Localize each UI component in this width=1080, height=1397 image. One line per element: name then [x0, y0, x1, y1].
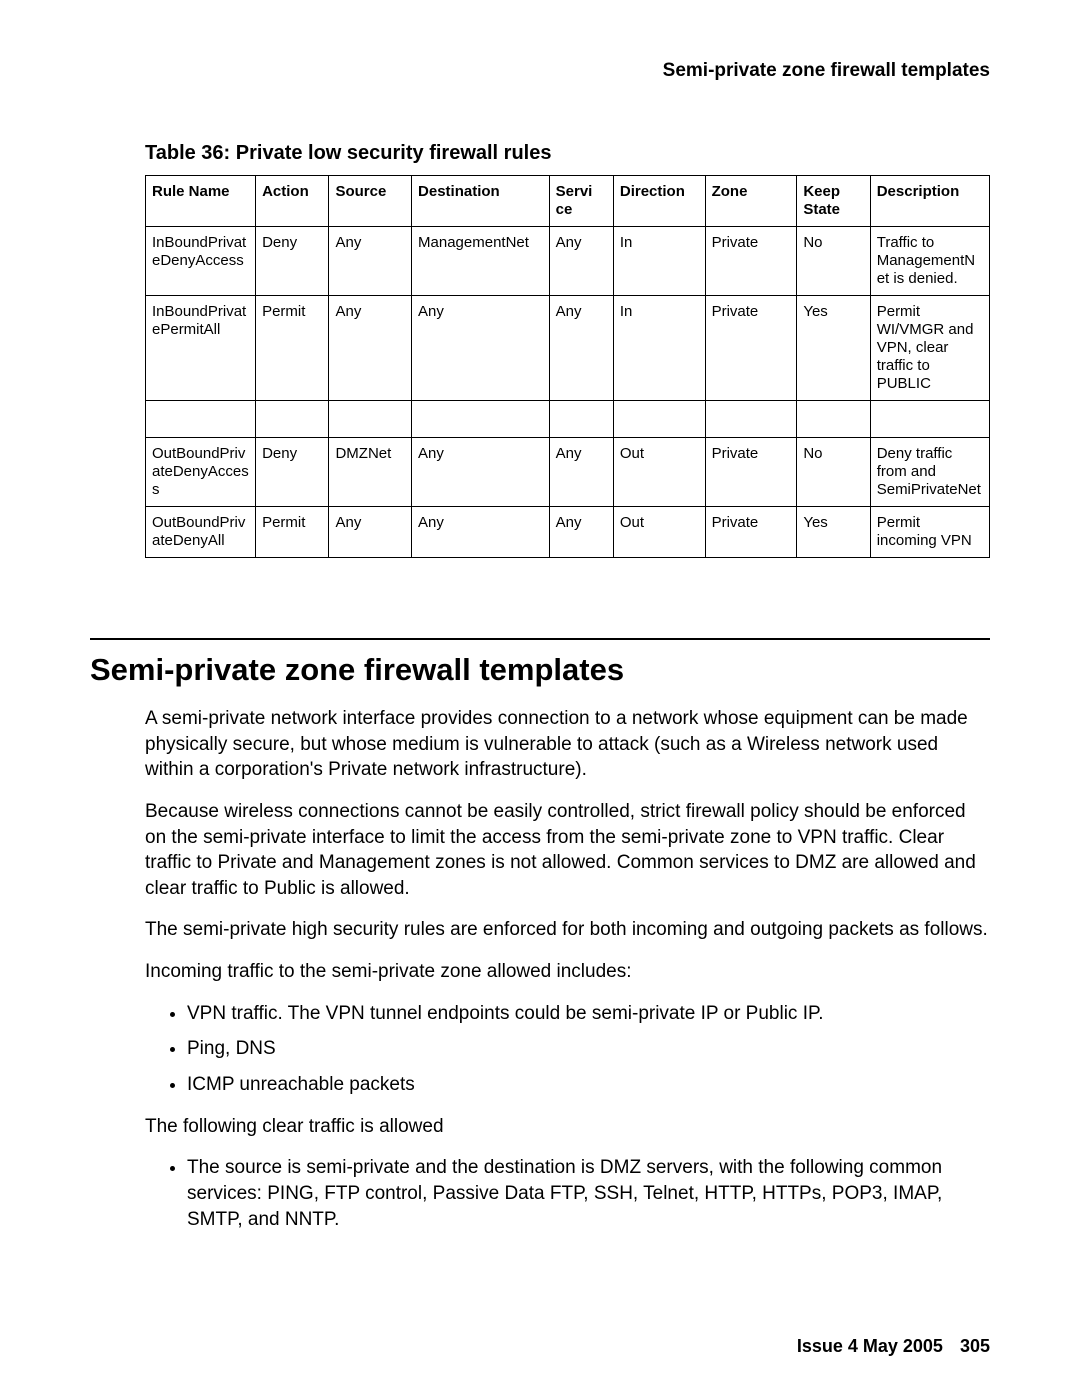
table-header-row: Rule Name Action Source Destination Serv… [146, 176, 990, 227]
list-item: Ping, DNS [187, 1036, 990, 1062]
cell-source: Any [329, 227, 412, 296]
col-header-svc: Servi ce [549, 176, 613, 227]
cell-rule: InBoundPrivatePermitAll [146, 296, 256, 401]
empty-cell [613, 401, 705, 438]
body-text: A semi-private network interface provide… [145, 706, 990, 1232]
cell-action: Permit [256, 507, 329, 558]
list-item: ICMP unreachable packets [187, 1072, 990, 1098]
page-footer: Issue 4 May 2005 305 [797, 1336, 990, 1357]
cell-action: Deny [256, 438, 329, 507]
paragraph: The semi-private high security rules are… [145, 917, 990, 943]
table-row: InBoundPrivateDenyAccessDenyAnyManagemen… [146, 227, 990, 296]
table-row: OutBoundPrivateDenyAccessDenyDMZNetAnyAn… [146, 438, 990, 507]
col-header-keep: Keep State [797, 176, 870, 227]
cell-svc: Any [549, 438, 613, 507]
cell-svc: Any [549, 227, 613, 296]
footer-page-number: 305 [960, 1336, 990, 1356]
footer-issue: Issue 4 May 2005 [797, 1336, 943, 1356]
col-header-rule: Rule Name [146, 176, 256, 227]
cell-dest: Any [412, 296, 550, 401]
cell-dir: Out [613, 507, 705, 558]
cell-dest: Any [412, 507, 550, 558]
cell-keep: Yes [797, 507, 870, 558]
section-divider [90, 638, 990, 640]
empty-cell [797, 401, 870, 438]
bullet-list: The source is semi-private and the desti… [145, 1155, 990, 1232]
table-caption: Table 36: Private low security firewall … [145, 142, 990, 165]
col-header-dest: Destination [412, 176, 550, 227]
cell-desc: Permit incoming VPN [870, 507, 989, 558]
paragraph: Because wireless connections cannot be e… [145, 799, 990, 902]
firewall-rules-table: Rule Name Action Source Destination Serv… [145, 175, 990, 558]
empty-cell [705, 401, 797, 438]
document-page: Semi-private zone firewall templates Tab… [0, 0, 1080, 1397]
cell-zone: Private [705, 438, 797, 507]
cell-zone: Private [705, 296, 797, 401]
cell-dir: In [613, 296, 705, 401]
cell-dest: Any [412, 438, 550, 507]
empty-cell [412, 401, 550, 438]
list-item: VPN traffic. The VPN tunnel endpoints co… [187, 1001, 990, 1027]
cell-rule: InBoundPrivateDenyAccess [146, 227, 256, 296]
cell-source: DMZNet [329, 438, 412, 507]
empty-cell [549, 401, 613, 438]
cell-zone: Private [705, 227, 797, 296]
cell-desc: Permit WI/VMGR and VPN, clear traffic to… [870, 296, 989, 401]
empty-cell [256, 401, 329, 438]
cell-action: Permit [256, 296, 329, 401]
cell-svc: Any [549, 507, 613, 558]
empty-cell [329, 401, 412, 438]
cell-keep: Yes [797, 296, 870, 401]
cell-dest: ManagementNet [412, 227, 550, 296]
cell-keep: No [797, 438, 870, 507]
table-row: InBoundPrivatePermitAllPermitAnyAnyAnyIn… [146, 296, 990, 401]
paragraph: A semi-private network interface provide… [145, 706, 990, 783]
cell-rule: OutBoundPrivateDenyAccess [146, 438, 256, 507]
col-header-dir: Direction [613, 176, 705, 227]
empty-cell [146, 401, 256, 438]
col-header-zone: Zone [705, 176, 797, 227]
table-row [146, 401, 990, 438]
table-row: OutBoundPrivateDenyAllPermitAnyAnyAnyOut… [146, 507, 990, 558]
col-header-desc: Description [870, 176, 989, 227]
list-item: The source is semi-private and the desti… [187, 1155, 990, 1232]
cell-zone: Private [705, 507, 797, 558]
cell-desc: Deny traffic from and SemiPrivateNet [870, 438, 989, 507]
empty-cell [870, 401, 989, 438]
bullet-list: VPN traffic. The VPN tunnel endpoints co… [145, 1001, 990, 1098]
cell-svc: Any [549, 296, 613, 401]
cell-dir: Out [613, 438, 705, 507]
running-head: Semi-private zone firewall templates [90, 60, 990, 82]
cell-action: Deny [256, 227, 329, 296]
cell-keep: No [797, 227, 870, 296]
cell-desc: Traffic to ManagementNet is denied. [870, 227, 989, 296]
cell-source: Any [329, 296, 412, 401]
cell-source: Any [329, 507, 412, 558]
col-header-action: Action [256, 176, 329, 227]
cell-dir: In [613, 227, 705, 296]
section-title: Semi-private zone firewall templates [90, 652, 990, 688]
cell-rule: OutBoundPrivateDenyAll [146, 507, 256, 558]
col-header-source: Source [329, 176, 412, 227]
paragraph: The following clear traffic is allowed [145, 1114, 990, 1140]
paragraph: Incoming traffic to the semi-private zon… [145, 959, 990, 985]
